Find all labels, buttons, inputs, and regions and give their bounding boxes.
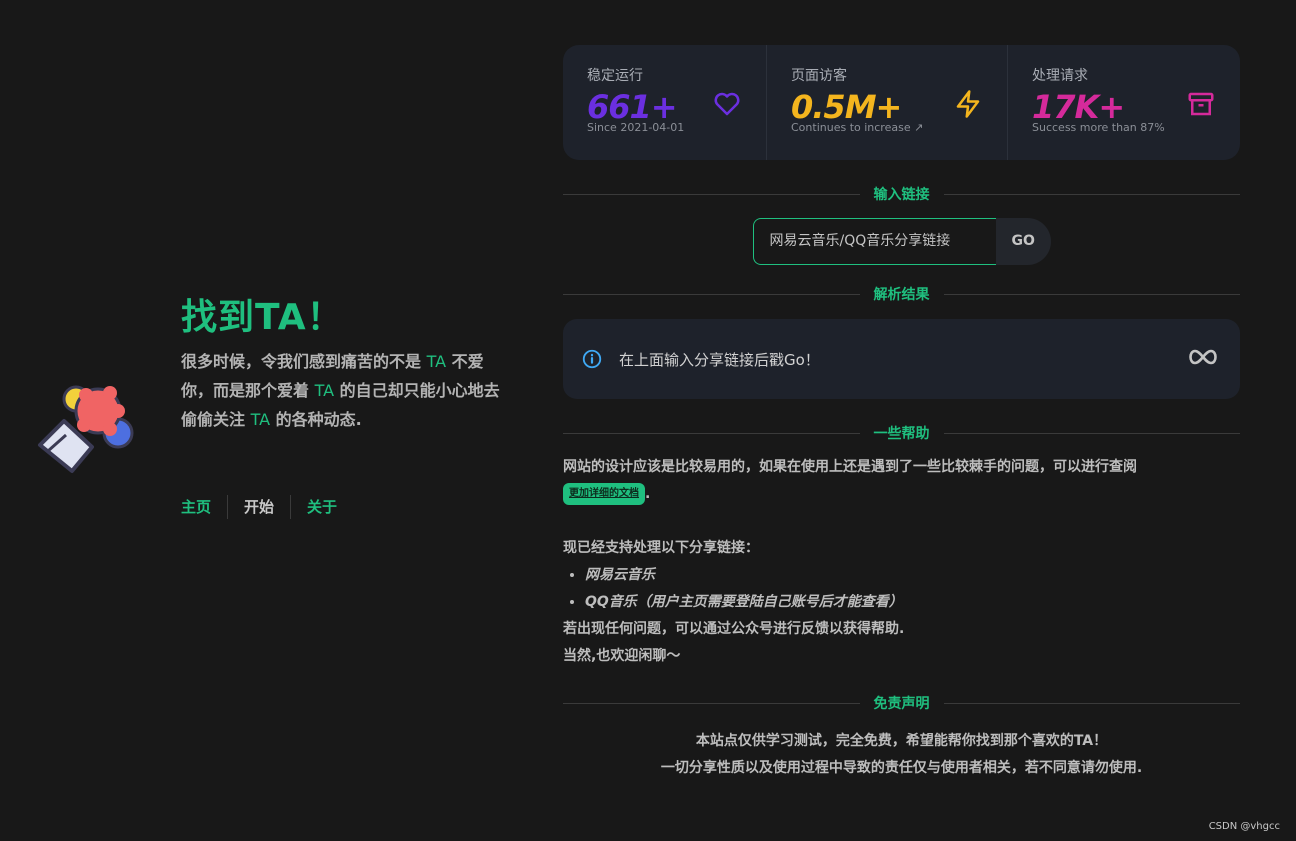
- desc-highlight: TA: [426, 352, 447, 371]
- section-title: 输入链接: [873, 187, 930, 203]
- disclaimer: 本站点仅供学习测试，完全免费，希望能帮你找到那个喜欢的TA！ 一切分享性质以及使…: [563, 728, 1240, 782]
- stat-label: 稳定运行: [587, 68, 643, 84]
- link-input[interactable]: 网易云音乐/QQ音乐分享链接: [752, 218, 996, 265]
- hero-section: 找到TA！ 很多时候，令我们感到痛苦的不是 TA 不爱你，而是那个爱着 TA 的…: [34, 295, 500, 519]
- stat-sub: Since 2021-04-01: [587, 121, 685, 134]
- section-title: 免责声明: [873, 696, 930, 712]
- infinity-icon: [1189, 349, 1217, 365]
- hero-description: 很多时候，令我们感到痛苦的不是 TA 不爱你，而是那个爱着 TA 的自己却只能小…: [181, 347, 501, 434]
- desc-highlight: TA: [250, 410, 271, 429]
- desc-part: 的各种动态.: [270, 410, 362, 429]
- section-title: 解析结果: [873, 287, 930, 303]
- docs-link[interactable]: 更加详细的文档: [563, 483, 645, 505]
- help-feedback: 若出现任何问题，可以通过公众号进行反馈以获得帮助.: [563, 621, 905, 637]
- section-input-divider: 输入链接: [563, 183, 1240, 205]
- help-intro: 网站的设计应该是比较易用的，如果在使用上还是遇到了一些比较棘手的问题，可以进行查…: [563, 454, 1240, 508]
- go-button[interactable]: GO: [995, 218, 1051, 265]
- result-alert: 在上面输入分享链接后戳Go！: [563, 319, 1240, 399]
- hero-text: 找到TA！ 很多时候，令我们感到痛苦的不是 TA 不爱你，而是那个爱着 TA 的…: [181, 295, 501, 434]
- heart-icon: [714, 92, 740, 116]
- disclaimer-line: 一切分享性质以及使用过程中导致的责任仅与使用者相关，若不同意请勿使用.: [660, 760, 1143, 776]
- help-text: 网站的设计应该是比较易用的，如果在使用上还是遇到了一些比较棘手的问题，可以进行查…: [563, 459, 1137, 475]
- nav-start-link[interactable]: 开始: [227, 495, 290, 519]
- lightning-icon: [956, 90, 980, 118]
- nav-home-link[interactable]: 主页: [181, 495, 227, 519]
- stats-card: 稳定运行 661+ Since 2021-04-01 页面访客 0.5M+ Co…: [563, 45, 1240, 160]
- section-help-divider: 一些帮助: [563, 422, 1240, 444]
- nav-links: 主页 开始 关于: [181, 495, 353, 519]
- disclaimer-line: 本站点仅供学习测试，完全免费，希望能帮你找到那个喜欢的TA！: [695, 733, 1108, 749]
- desc-part: 很多时候，令我们感到痛苦的不是: [181, 352, 427, 371]
- nav-about-link[interactable]: 关于: [290, 495, 353, 519]
- stat-visitors: 页面访客 0.5M+ Continues to increase ↗: [766, 45, 1007, 160]
- stat-uptime: 稳定运行 661+ Since 2021-04-01: [563, 45, 766, 160]
- flower-bouquet-icon: [38, 385, 134, 473]
- search-bar: 网易云音乐/QQ音乐分享链接 GO: [563, 218, 1240, 265]
- section-title: 一些帮助: [873, 426, 930, 442]
- watermark: CSDN @vhgcc: [1208, 821, 1280, 832]
- supported-heading: 现已经支持处理以下分享链接：: [563, 540, 759, 556]
- help-content: 网站的设计应该是比较易用的，如果在使用上还是遇到了一些比较棘手的问题，可以进行查…: [563, 454, 1240, 670]
- info-icon: [582, 349, 602, 369]
- stat-requests: 处理请求 17K+ Success more than 87%: [1007, 45, 1240, 160]
- main-panel: 稳定运行 661+ Since 2021-04-01 页面访客 0.5M+ Co…: [563, 45, 1240, 782]
- list-item: 网易云音乐: [585, 562, 1240, 589]
- stat-label: 处理请求: [1032, 68, 1088, 84]
- desc-highlight: TA: [314, 381, 335, 400]
- stat-sub: Continues to increase ↗: [791, 121, 924, 134]
- hero-title: 找到TA！: [181, 297, 344, 338]
- section-disclaimer-divider: 免责声明: [563, 692, 1240, 714]
- result-message: 在上面输入分享链接后戳Go！: [619, 350, 820, 369]
- list-item: QQ音乐（用户主页需要登陆自己账号后才能查看）: [585, 589, 1240, 616]
- section-result-divider: 解析结果: [563, 283, 1240, 305]
- stat-label: 页面访客: [791, 68, 847, 84]
- archive-icon: [1188, 92, 1214, 116]
- stat-sub: Success more than 87%: [1032, 121, 1165, 134]
- supported-list: 网易云音乐 QQ音乐（用户主页需要登陆自己账号后才能查看）: [563, 562, 1240, 616]
- help-text: .: [645, 486, 651, 502]
- help-chat: 当然,也欢迎闲聊～: [563, 648, 681, 664]
